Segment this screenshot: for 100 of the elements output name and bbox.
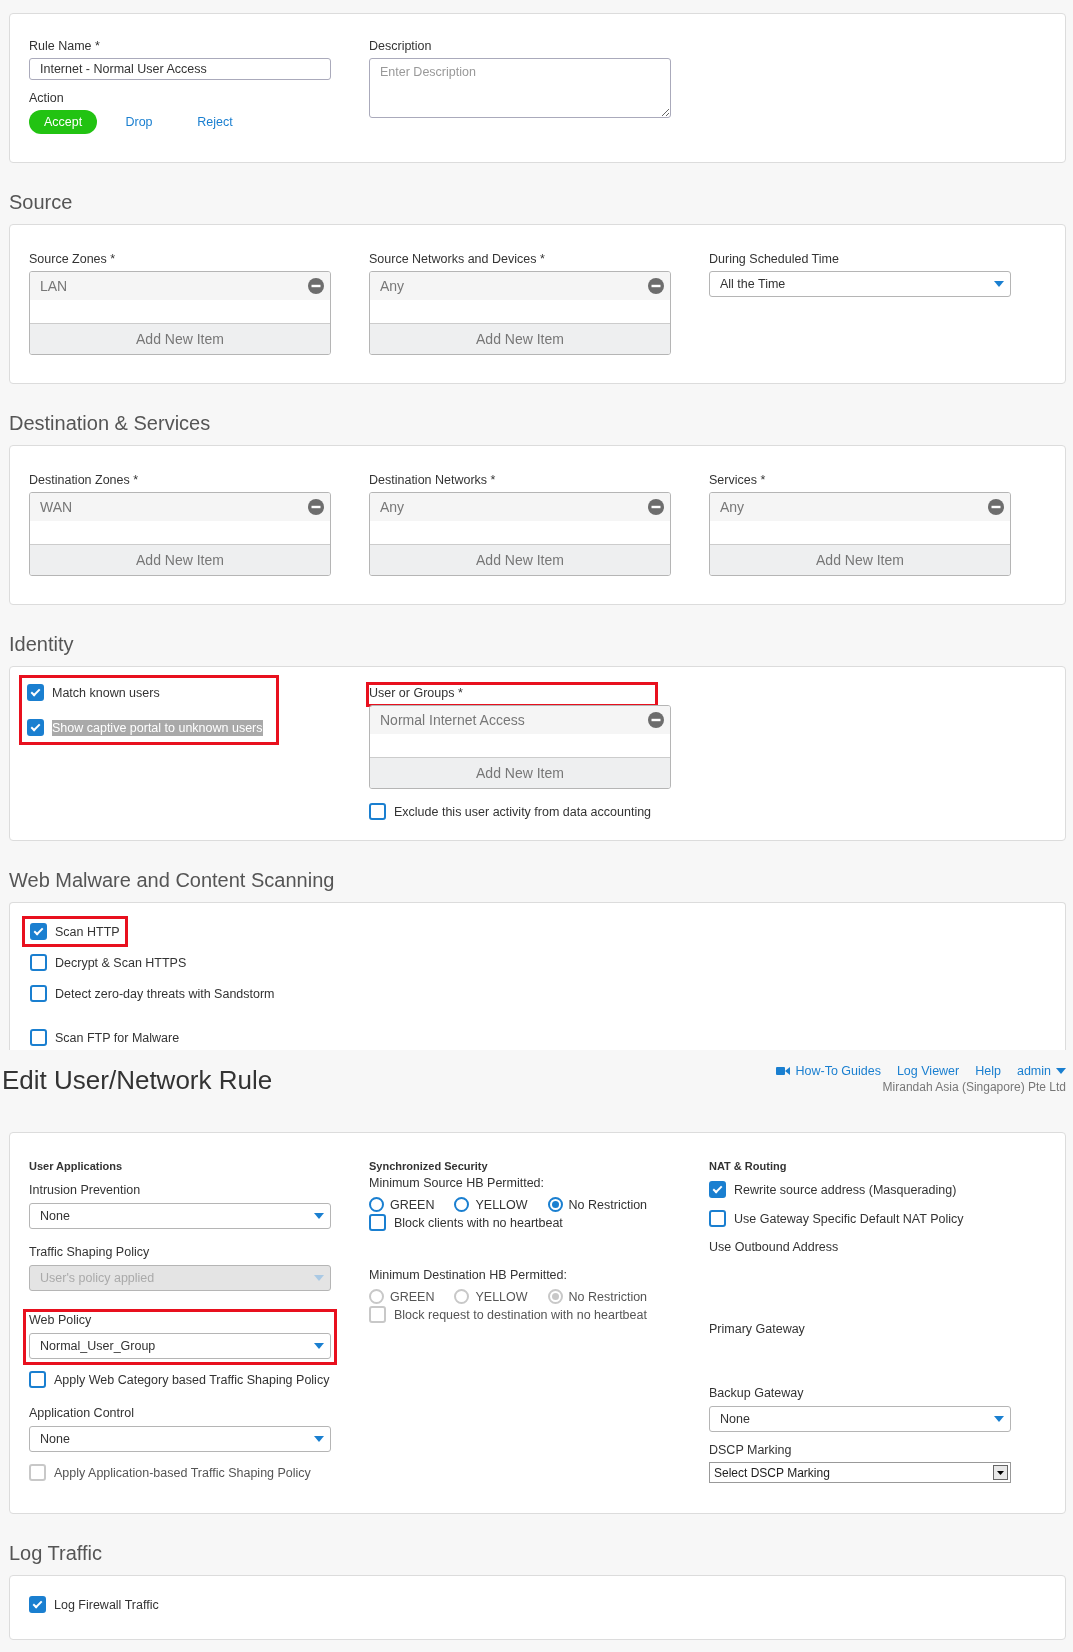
field-label: Rule Name * <box>29 38 101 54</box>
checkbox[interactable] <box>29 1596 46 1613</box>
section-title: Destination & Services <box>9 411 212 436</box>
add-item-button[interactable]: Add New Item <box>30 324 330 354</box>
radio-button[interactable] <box>369 1197 384 1212</box>
checkbox-label: Block clients with no heartbeat <box>394 1214 563 1231</box>
field-label: Primary Gateway <box>709 1321 806 1337</box>
field-label: During Scheduled Time <box>709 251 840 267</box>
column-title: NAT & Routing <box>709 1159 788 1173</box>
checkbox[interactable] <box>27 719 44 736</box>
field-label: Web Policy <box>29 1312 93 1328</box>
select-field[interactable]: Normal_User_Group <box>29 1333 331 1359</box>
add-item-button[interactable]: Add New Item <box>30 545 330 575</box>
checkbox[interactable] <box>709 1210 726 1227</box>
section-title: Log Traffic <box>9 1541 104 1566</box>
caret-icon <box>314 1343 324 1349</box>
checkbox[interactable] <box>29 1371 46 1388</box>
action-option[interactable]: Reject <box>181 110 249 134</box>
field-label: Source Zones * <box>29 251 117 267</box>
remove-icon[interactable] <box>308 499 324 515</box>
field-label: Backup Gateway <box>709 1385 805 1401</box>
field-label: User or Groups * <box>369 685 464 701</box>
checkbox-label: Decrypt & Scan HTTPS <box>55 954 187 971</box>
remove-icon[interactable] <box>648 499 664 515</box>
checkbox-label: Rewrite source address (Masquerading) <box>734 1181 957 1198</box>
field-label: Source Networks and Devices * <box>369 251 546 267</box>
page-title: Edit User/Network Rule <box>2 1064 273 1096</box>
caret-icon <box>997 1470 1004 1475</box>
caret-icon <box>1056 1068 1066 1074</box>
caret-icon <box>994 281 1004 287</box>
remove-icon[interactable] <box>988 499 1004 515</box>
field-label: Intrusion Prevention <box>29 1182 142 1198</box>
checkbox-label: Scan FTP for Malware <box>55 1029 180 1046</box>
radio-label: No Restriction <box>568 1289 648 1304</box>
checkbox[interactable] <box>30 954 47 971</box>
checkbox-label: Scan HTTP <box>55 923 120 940</box>
field-label: Minimum Destination HB Permitted: <box>369 1267 568 1283</box>
list-item[interactable]: Any <box>370 272 670 300</box>
add-item-button[interactable]: Add New Item <box>370 545 670 575</box>
list-item[interactable]: WAN <box>30 493 330 521</box>
caret-icon <box>314 1213 324 1219</box>
rule-name-field[interactable]: Internet - Normal User Access <box>29 58 331 80</box>
checkbox-label: Log Firewall Traffic <box>54 1596 159 1613</box>
remove-icon[interactable] <box>308 278 324 294</box>
company-name: Mirandah Asia (Singapore) Pte Ltd <box>882 1080 1066 1094</box>
field-label: DSCP Marking <box>709 1442 793 1458</box>
checkbox[interactable] <box>369 1214 386 1231</box>
header-link[interactable]: Log Viewer <box>896 1064 960 1078</box>
checkbox-label: Block request to destination with no heartbeat <box>394 1306 647 1323</box>
select-field[interactable]: All the Time <box>709 271 1011 297</box>
header-link[interactable]: How-To Guides <box>776 1064 881 1078</box>
radio-label: YELLOW <box>475 1289 528 1304</box>
checkbox-label: Detect zero-day threats with Sandstorm <box>55 985 275 1002</box>
checkbox-label: Match known users <box>52 684 160 701</box>
header-link[interactable]: admin <box>1016 1064 1066 1078</box>
add-item-button[interactable]: Add New Item <box>370 758 670 788</box>
list-item[interactable]: Any <box>370 493 670 521</box>
add-item-button[interactable]: Add New Item <box>710 545 1010 575</box>
radio-button[interactable] <box>454 1197 470 1212</box>
caret-icon <box>314 1436 324 1442</box>
section-title: Source <box>9 190 74 215</box>
description-field[interactable]: Enter Description <box>369 58 671 118</box>
checkbox-label: Use Gateway Specific Default NAT Policy <box>734 1210 964 1227</box>
remove-icon[interactable] <box>648 278 664 294</box>
checkbox[interactable] <box>30 923 47 940</box>
list-item[interactable]: Any <box>710 493 1010 521</box>
select-field[interactable]: None <box>709 1406 1011 1432</box>
section-title: Web Malware and Content Scanning <box>9 868 336 893</box>
checkbox[interactable] <box>30 1029 47 1046</box>
list-item[interactable]: Normal Internet Access <box>370 706 670 734</box>
section-title: Identity <box>9 632 75 657</box>
remove-icon[interactable] <box>648 712 664 728</box>
field-label: Use Outbound Address <box>709 1239 840 1255</box>
column-title: Synchronized Security <box>369 1159 489 1173</box>
column-title: User Applications <box>29 1159 124 1173</box>
field-label: Services * <box>709 472 767 488</box>
list-item[interactable]: LAN <box>30 272 330 300</box>
action-option[interactable]: Drop <box>105 110 173 134</box>
checkbox[interactable] <box>709 1181 726 1198</box>
radio-label: GREEN <box>390 1289 435 1304</box>
checkbox-label: Show captive portal to unknown users <box>52 719 263 736</box>
caret-icon <box>994 1416 1004 1422</box>
select-field[interactable]: None <box>29 1203 331 1229</box>
field-label: Application Control <box>29 1405 135 1421</box>
field-label: Description <box>369 38 433 54</box>
field-label: Minimum Source HB Permitted: <box>369 1175 546 1191</box>
checkbox[interactable] <box>369 803 386 820</box>
video-camera-icon <box>776 1066 791 1076</box>
checkbox[interactable] <box>30 985 47 1002</box>
radio-label: YELLOW <box>475 1197 528 1212</box>
select-field[interactable]: None <box>29 1426 331 1452</box>
select-field[interactable]: Select DSCP Marking <box>709 1462 1011 1483</box>
checkbox[interactable] <box>27 684 44 701</box>
radio-label: GREEN <box>390 1197 435 1212</box>
add-item-button[interactable]: Add New Item <box>370 324 670 354</box>
field-label: Destination Zones * <box>29 472 140 488</box>
field-label: Destination Networks * <box>369 472 497 488</box>
radio-button[interactable] <box>547 1197 563 1212</box>
action-option[interactable]: Accept <box>29 110 97 134</box>
header-link[interactable]: Help <box>975 1064 1001 1078</box>
